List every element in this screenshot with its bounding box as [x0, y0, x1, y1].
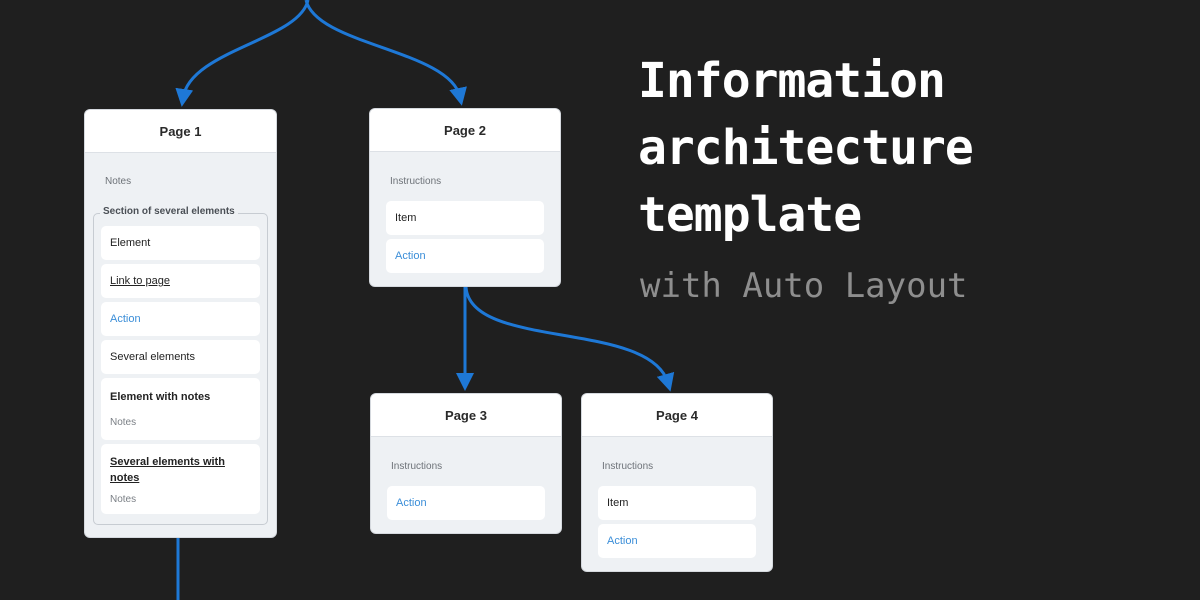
item-label: Element with notes — [110, 390, 211, 403]
item-label: Action — [396, 497, 427, 509]
main-heading: Information architecture template — [638, 48, 974, 249]
link-to-page[interactable]: Link to page — [101, 264, 260, 298]
connector-root-to-page-1 — [175, 0, 310, 107]
heading-line: architecture — [638, 120, 974, 176]
item-label: Several elements with notes — [110, 455, 225, 484]
element-with-notes-item[interactable]: Element with notes Notes — [101, 378, 260, 440]
page-title: Page 1 — [85, 110, 276, 153]
page-card-3[interactable]: Page 3 Instructions Action — [371, 394, 561, 533]
subheading: with Auto Layout — [640, 266, 968, 306]
several-elements-with-notes-item[interactable]: Several elements with notes Notes — [101, 444, 260, 514]
item-label: Item — [607, 497, 629, 509]
item-label: Action — [110, 313, 141, 325]
item-label: Action — [395, 250, 426, 262]
connector-root-to-page-2 — [304, 0, 467, 106]
item-label: Action — [607, 535, 638, 547]
page-title: Page 4 — [582, 394, 772, 437]
list-item[interactable]: Item — [386, 201, 544, 235]
item-notes: Notes — [110, 493, 137, 505]
page-instructions: Instructions — [602, 461, 654, 472]
item-label: Several elements — [110, 351, 195, 363]
section-group: Section of several elements Element Link… — [93, 206, 268, 525]
section-label: Section of several elements — [100, 206, 238, 217]
page-title: Page 2 — [370, 109, 560, 152]
action-button[interactable]: Action — [386, 239, 544, 273]
action-button[interactable]: Action — [101, 302, 260, 336]
heading-line: template — [638, 187, 862, 243]
action-button[interactable]: Action — [387, 486, 545, 520]
page-card-1[interactable]: Page 1 Notes Section of several elements… — [85, 110, 276, 537]
page-title: Page 3 — [371, 394, 561, 437]
item-label: Item — [395, 212, 417, 224]
heading-line: Information — [638, 53, 946, 109]
action-button[interactable]: Action — [598, 524, 756, 558]
item-notes: Notes — [110, 416, 137, 428]
page-instructions: Instructions — [391, 461, 443, 472]
page-card-2[interactable]: Page 2 Instructions Item Action — [370, 109, 560, 286]
item-label: Element — [110, 237, 151, 249]
page-instructions: Instructions — [390, 176, 442, 187]
several-elements-item[interactable]: Several elements — [101, 340, 260, 374]
item-label: Link to page — [110, 275, 170, 287]
connector-page-2-to-page-4 — [464, 286, 675, 392]
element-item[interactable]: Element — [101, 226, 260, 260]
list-item[interactable]: Item — [598, 486, 756, 520]
page-notes: Notes — [105, 176, 132, 187]
page-card-4[interactable]: Page 4 Instructions Item Action — [582, 394, 772, 571]
